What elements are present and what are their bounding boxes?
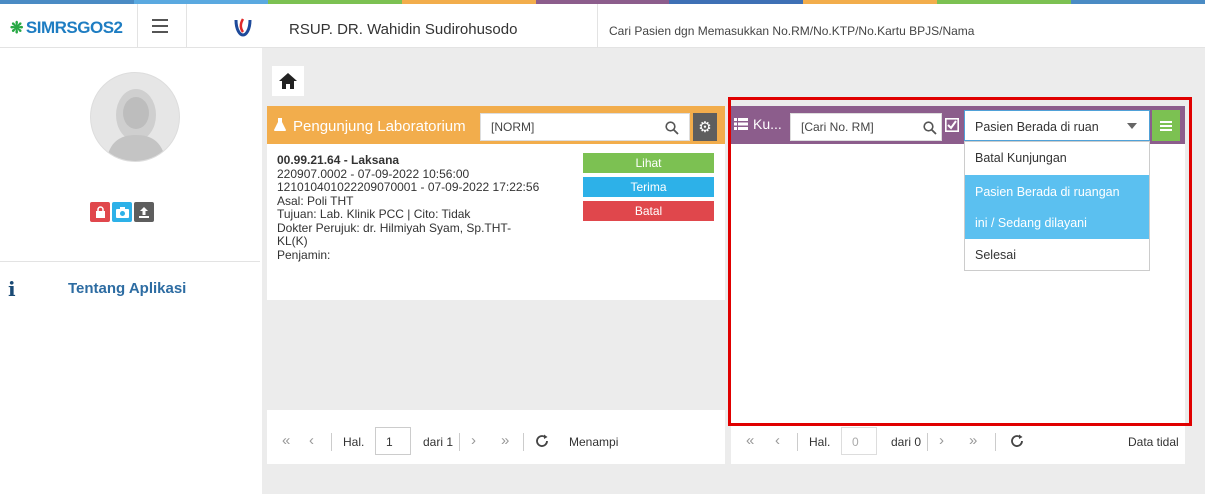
norm-search-input[interactable]: [NORM] [480,113,690,141]
upload-icon [139,207,149,218]
refresh-icon[interactable] [535,434,549,448]
next-page-icon[interactable]: › [471,432,476,449]
flask-icon [274,118,286,131]
entry-destination: Tujuan: Lab. Klinik PCC | Cito: Tidak [277,207,471,221]
entry-doctor: Dokter Perujuk: dr. Hilmiyah Syam, Sp.TH… [277,220,512,235]
display-info: Data tidal [1128,435,1179,449]
entry-origin: Asal: Poli THT [277,193,354,208]
camera-button[interactable] [112,202,132,222]
entry-patient: 00.99.21.64 - Laksana [277,153,400,167]
display-info: Menampi [569,435,619,449]
hospital-name: RSUP. DR. Wahidin Sudirohusodo [289,21,518,38]
home-button[interactable] [272,66,304,96]
first-page-icon[interactable]: « [746,432,754,449]
app-logo[interactable]: ❋ SIMRSGOS2 [10,18,123,38]
camera-icon [115,206,129,218]
page-label: Hal. [343,435,365,449]
panel1-pager: « ‹ Hal. 1 dari 1 › » Menampi [267,420,725,464]
patient-search-input[interactable]: Cari Pasien dgn Memasukkan No.RM/No.KTP/… [609,24,974,38]
gear-icon: ⚙ [698,118,712,136]
page-total: dari 1 [423,435,454,449]
prev-page-icon[interactable]: ‹ [309,432,314,449]
search-icon[interactable] [665,121,679,135]
page-label: Hal. [809,435,831,449]
entry-registration: 220907.0002 - 07-09-2022 10:56:00 [277,166,470,181]
highlight-box [728,97,1192,426]
upload-button[interactable] [134,202,154,222]
panel-title: Pengunjung Laboratorium [293,118,466,135]
lock-button[interactable] [90,202,110,222]
info-icon: i [8,277,16,301]
top-navbar: ❋ SIMRSGOS2 RSUP. DR. Wahidin Sudirohusod… [0,4,1205,48]
user-avatar [90,72,180,162]
panel2-pager: « ‹ Hal. 0 dari 0 › » Data tidal [731,420,1185,464]
menu-toggle-icon[interactable] [152,19,168,33]
entry-order: 121010401022209070001 - 07-09-2022 17:22… [277,180,540,194]
cancel-button[interactable]: Batal [583,201,714,221]
sidebar: i Tentang Aplikasi [0,48,260,494]
entry-doctor-cont: KL(K) [277,234,308,248]
settings-button[interactable]: ⚙ [693,113,717,141]
last-page-icon[interactable]: » [501,432,509,449]
next-page-icon[interactable]: › [939,432,944,449]
about-app-link[interactable]: Tentang Aplikasi [68,280,186,297]
home-icon [279,73,297,89]
page-input[interactable]: 0 [841,427,877,455]
entry-guarantor: Penjamin: [277,247,331,262]
refresh-icon[interactable] [1010,434,1024,448]
first-page-icon[interactable]: « [282,432,290,449]
prev-page-icon[interactable]: ‹ [775,432,780,449]
visitor-entry: 00.99.21.64 - Laksana 220907.0002 - 07-0… [277,153,577,262]
accept-button[interactable]: Terima [583,177,714,197]
page-input[interactable]: 1 [375,427,411,455]
page-total: dari 0 [891,435,922,449]
hospital-logo-icon [234,18,252,37]
view-button[interactable]: Lihat [583,153,714,173]
lock-icon [95,206,105,218]
last-page-icon[interactable]: » [969,432,977,449]
